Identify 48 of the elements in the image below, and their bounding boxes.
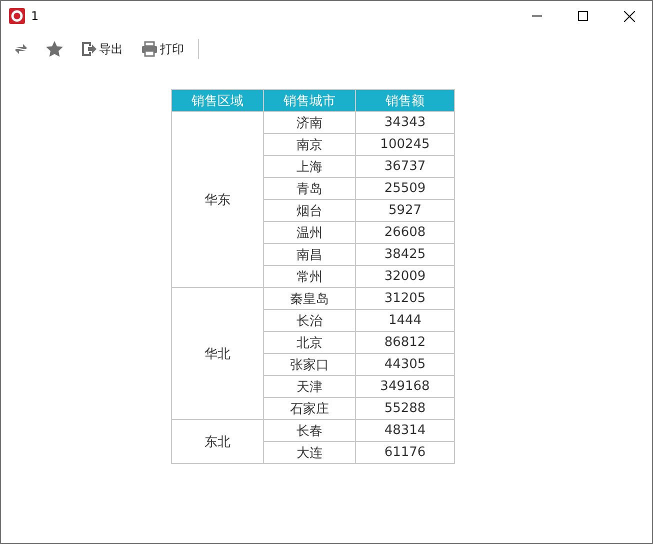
table-cell: 石家庄 xyxy=(264,398,356,420)
column-header: 销售区域 xyxy=(172,90,264,112)
table-cell: 长治 xyxy=(264,310,356,332)
table-cell: 天津 xyxy=(264,376,356,398)
refresh-icon xyxy=(14,42,28,56)
table-cell: 26608 xyxy=(356,222,454,244)
table-cell: 32009 xyxy=(356,266,454,288)
table-cell: 南昌 xyxy=(264,244,356,266)
table-cell: 38425 xyxy=(356,244,454,266)
export-button[interactable]: 导出 xyxy=(77,37,127,61)
table-cell: 长春 xyxy=(264,420,356,442)
window-title: 1 xyxy=(31,9,40,23)
table-cell: 上海 xyxy=(264,156,356,178)
table-cell: 大连 xyxy=(264,442,356,464)
printer-icon xyxy=(141,41,158,57)
table-cell: 济南 xyxy=(264,112,356,134)
app-icon xyxy=(9,8,25,24)
table-cell: 张家口 xyxy=(264,354,356,376)
table-cell: 34343 xyxy=(356,112,454,134)
maximize-icon xyxy=(578,11,588,21)
table-cell: 烟台 xyxy=(264,200,356,222)
print-button[interactable]: 打印 xyxy=(137,37,188,61)
column-header: 销售城市 xyxy=(264,90,356,112)
table-cell: 349168 xyxy=(356,376,454,398)
table-cell: 55288 xyxy=(356,398,454,420)
table-cell: 61176 xyxy=(356,442,454,464)
table-cell: 温州 xyxy=(264,222,356,244)
table-cell: 48314 xyxy=(356,420,454,442)
table-cell: 25509 xyxy=(356,178,454,200)
table-cell: 31205 xyxy=(356,288,454,310)
table-cell: 36737 xyxy=(356,156,454,178)
close-icon xyxy=(624,10,634,22)
table-cell: 44305 xyxy=(356,354,454,376)
table-cell: 1444 xyxy=(356,310,454,332)
table-cell: 华北 xyxy=(172,288,264,420)
table-cell: 北京 xyxy=(264,332,356,354)
column-header: 销售额 xyxy=(356,90,454,112)
star-icon xyxy=(46,41,63,57)
table-cell: 东北 xyxy=(172,420,264,464)
table-cell: 86812 xyxy=(356,332,454,354)
table-cell: 秦皇岛 xyxy=(264,288,356,310)
table-cell: 100245 xyxy=(356,134,454,156)
table-cell: 常州 xyxy=(264,266,356,288)
export-icon xyxy=(81,41,97,57)
table-cell: 5927 xyxy=(356,200,454,222)
table-cell: 华东 xyxy=(172,112,264,288)
table-cell: 青岛 xyxy=(264,178,356,200)
table-cell: 南京 xyxy=(264,134,356,156)
